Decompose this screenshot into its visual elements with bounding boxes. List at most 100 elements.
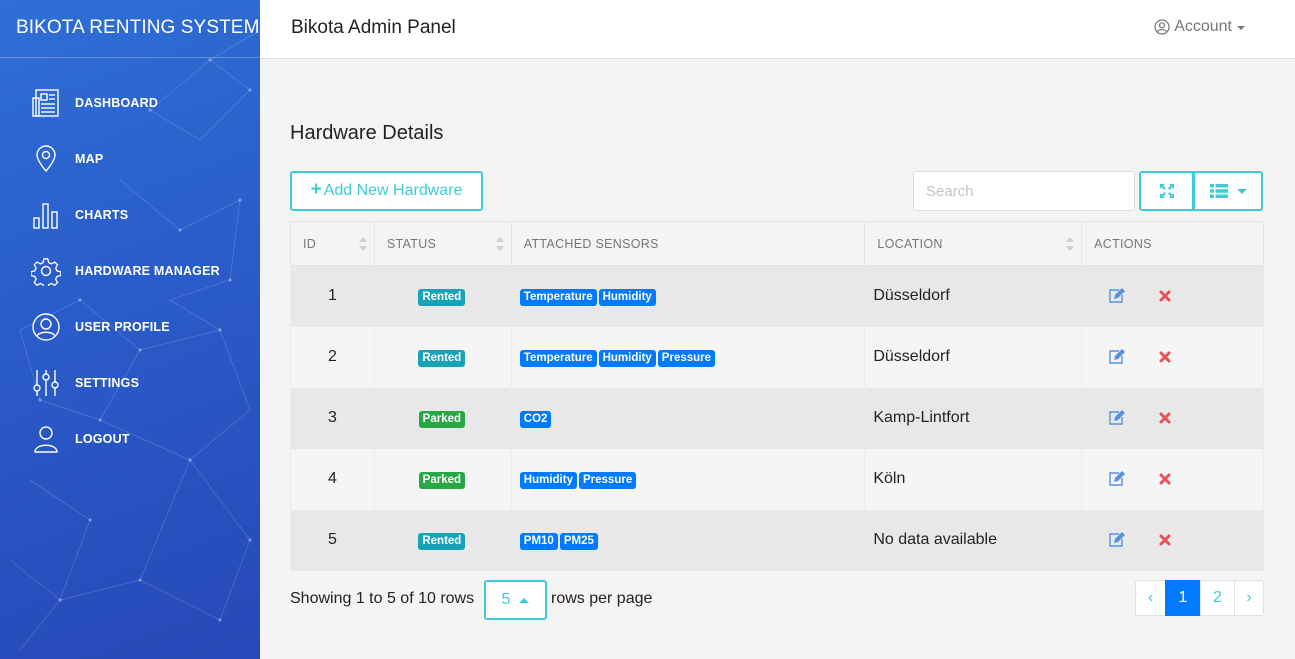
cell-id: 3: [290, 387, 375, 449]
edit-icon[interactable]: [1107, 531, 1126, 549]
table-row: 1 Rented Temperature Humidity Düsseldorf: [290, 265, 1264, 327]
cell-id: 4: [290, 448, 375, 510]
sidebar-nav: DASHBOARD MAP CHARTS HARDWARE MANAGER US…: [0, 75, 260, 467]
edit-icon[interactable]: [1107, 470, 1126, 488]
fullscreen-button[interactable]: [1139, 171, 1194, 211]
plus-icon: +: [310, 179, 322, 200]
sensor-badge: PM10: [519, 532, 558, 550]
cell-actions: [1081, 509, 1264, 571]
caret-up-icon: [519, 597, 530, 603]
sidebar-item-label: HARDWARE MANAGER: [75, 264, 220, 278]
sidebar: BIKOTA RENTING SYSTEM DASHBOARD MAP CHAR…: [0, 0, 260, 659]
sensor-badge: Temperature: [519, 349, 597, 367]
cell-status: Rented: [373, 265, 512, 327]
fullscreen-icon: [1159, 184, 1174, 198]
column-header-id[interactable]: ID: [290, 221, 375, 266]
sidebar-item-label: CHARTS: [75, 208, 129, 222]
column-header-label: STATUS: [386, 236, 437, 251]
pagination-info: Showing 1 to 5 of 10 rows: [290, 590, 475, 607]
pagination-page-1[interactable]: 1: [1165, 580, 1201, 616]
sidebar-item-label: SETTINGS: [75, 376, 140, 390]
caret-down-icon: [1237, 26, 1245, 30]
edit-icon[interactable]: [1107, 348, 1126, 366]
columns-toggle-button[interactable]: [1193, 171, 1263, 211]
status-badge: Parked: [418, 410, 466, 428]
pagination: ‹ 1 2 ›: [1135, 580, 1264, 616]
table-row: 5 Rented PM10 PM25 No data available: [290, 509, 1264, 571]
account-menu[interactable]: Account: [1154, 18, 1245, 36]
search-input[interactable]: [913, 171, 1135, 211]
status-badge: Parked: [418, 471, 466, 489]
sort-icon: [358, 237, 367, 251]
cell-actions: [1081, 326, 1264, 388]
column-header-label: ATTACHED SENSORS: [523, 236, 659, 251]
cell-sensors: Temperature Humidity Pressure: [510, 326, 866, 388]
cell-actions: [1081, 387, 1264, 449]
sidebar-item-label: USER PROFILE: [75, 320, 170, 334]
column-header-location[interactable]: LOCATION: [864, 221, 1083, 266]
delete-icon[interactable]: [1158, 350, 1172, 364]
rows-per-page-label: rows per page: [551, 590, 653, 607]
sidebar-item-user-profile[interactable]: USER PROFILE: [0, 299, 260, 355]
status-badge: Rented: [418, 349, 466, 367]
brand-title: BIKOTA RENTING SYSTEM: [0, 0, 260, 58]
cell-id: 5: [290, 509, 375, 571]
table-toolbar: [1139, 171, 1263, 211]
hardware-table: ID STATUS ATTACHED SENSORS LOCATION ACTI…: [290, 221, 1264, 571]
sidebar-item-settings[interactable]: SETTINGS: [0, 355, 260, 411]
page-title: Hardware Details: [290, 122, 444, 144]
delete-icon[interactable]: [1158, 289, 1172, 303]
pagination-prev[interactable]: ‹: [1135, 580, 1166, 616]
delete-icon[interactable]: [1158, 533, 1172, 547]
edit-icon[interactable]: [1107, 409, 1126, 427]
status-badge: Rented: [418, 288, 466, 306]
pagination-page-2[interactable]: 2: [1200, 580, 1235, 616]
column-header-actions: ACTIONS: [1081, 221, 1264, 266]
sidebar-item-dashboard[interactable]: DASHBOARD: [0, 75, 260, 131]
page-size-dropdown[interactable]: 5: [484, 580, 547, 620]
add-hardware-button[interactable]: + Add New Hardware: [290, 171, 483, 211]
sidebar-item-label: LOGOUT: [75, 432, 130, 446]
column-header-status[interactable]: STATUS: [373, 221, 512, 266]
sidebar-item-map[interactable]: MAP: [0, 131, 260, 187]
cell-status: Rented: [373, 509, 512, 571]
cell-status: Parked: [373, 448, 512, 510]
cell-id: 1: [290, 265, 375, 327]
column-header-sensors: ATTACHED SENSORS: [510, 221, 866, 266]
pagination-next[interactable]: ›: [1234, 580, 1264, 616]
sidebar-item-label: MAP: [75, 152, 104, 166]
cell-location: No data available: [864, 509, 1083, 571]
sliders-icon: [30, 367, 62, 399]
status-badge: Rented: [418, 532, 466, 550]
cell-id: 2: [290, 326, 375, 388]
sensor-badge: CO2: [519, 410, 552, 428]
account-label: Account: [1174, 18, 1232, 35]
page-size-value: 5: [501, 591, 511, 608]
cell-sensors: Humidity Pressure: [510, 448, 866, 510]
sensor-badge: Pressure: [578, 471, 637, 489]
user-circle-icon: [1154, 19, 1170, 35]
sensor-badge: Pressure: [657, 349, 716, 367]
sensor-badge: PM25: [559, 532, 598, 550]
column-header-label: LOCATION: [877, 236, 943, 251]
sidebar-item-logout[interactable]: LOGOUT: [0, 411, 260, 467]
edit-icon[interactable]: [1107, 287, 1126, 305]
sidebar-item-hardware-manager[interactable]: HARDWARE MANAGER: [0, 243, 260, 299]
cell-status: Parked: [373, 387, 512, 449]
cell-location: Düsseldorf: [864, 265, 1083, 327]
header: Bikota Admin Panel Account: [260, 0, 1295, 59]
sort-icon: [495, 237, 504, 251]
delete-icon[interactable]: [1158, 472, 1172, 486]
sort-icon: [1066, 237, 1075, 251]
sensor-badge: Temperature: [519, 288, 597, 306]
cell-actions: [1081, 265, 1264, 327]
add-hardware-label: Add New Hardware: [323, 182, 463, 199]
caret-down-icon: [1236, 188, 1247, 194]
gear-icon: [30, 255, 62, 287]
column-header-label: ID: [303, 236, 317, 251]
bar-chart-icon: [30, 199, 62, 231]
sidebar-item-charts[interactable]: CHARTS: [0, 187, 260, 243]
list-icon: [1209, 184, 1228, 198]
delete-icon[interactable]: [1158, 411, 1172, 425]
table-row: 2 Rented Temperature Humidity Pressure Düs…: [290, 326, 1264, 388]
